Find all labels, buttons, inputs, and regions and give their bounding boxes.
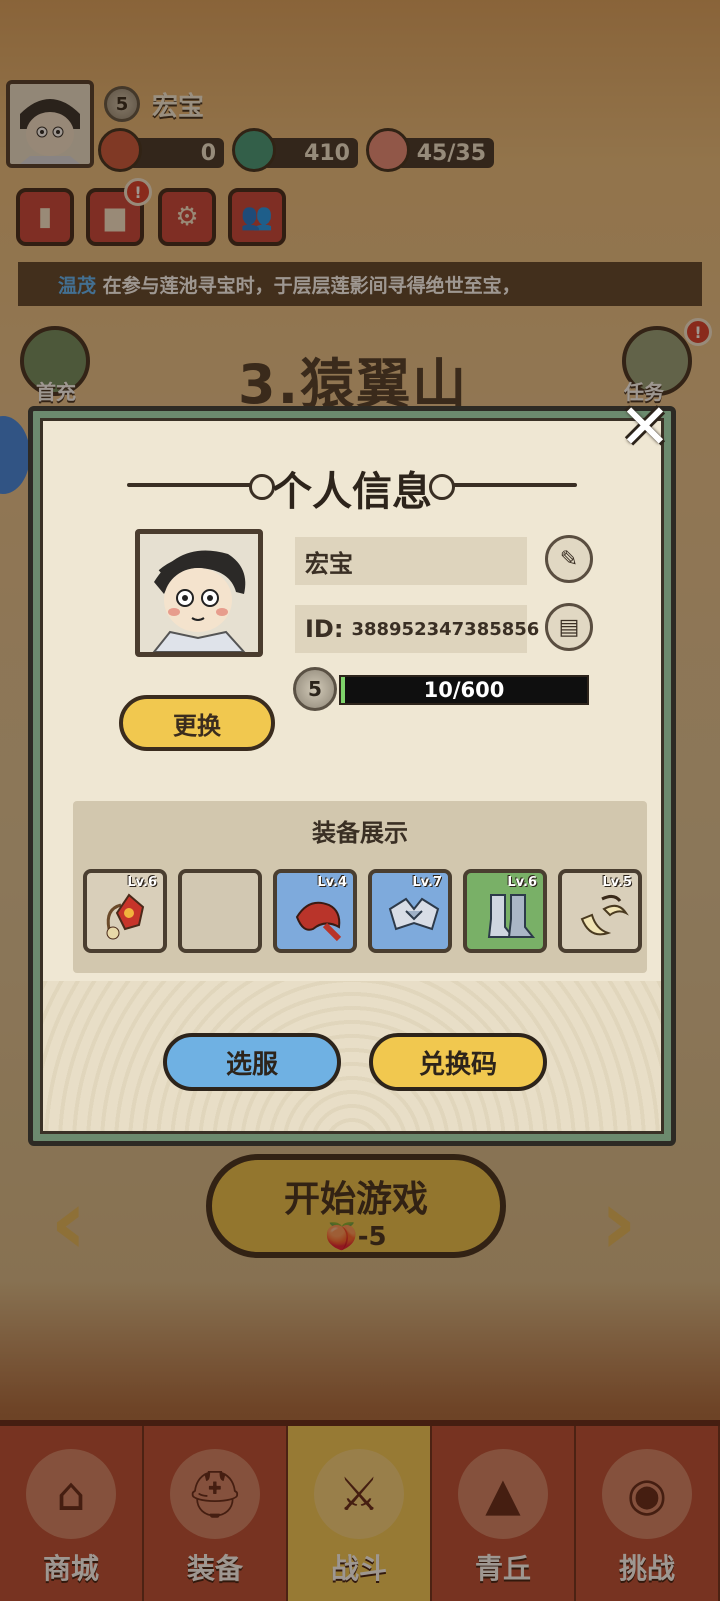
modal-title: 个人信息	[272, 469, 432, 515]
equipment-level: Lv.6	[507, 875, 537, 890]
xp-progress-text: 10/600	[423, 678, 505, 702]
copy-id-button[interactable]: ▤	[545, 603, 593, 651]
horn-ornament-icon	[580, 894, 629, 936]
player-id-value: 388952347385856	[351, 618, 540, 640]
close-icon[interactable]: ✕	[617, 396, 673, 458]
equipment-level: Lv.7	[412, 875, 442, 890]
select-server-button[interactable]: 选服	[163, 1033, 341, 1091]
equipment-level: Lv.6	[127, 875, 157, 890]
xp-progress-bar: 10/600	[339, 675, 589, 705]
profile-portrait	[135, 529, 263, 657]
portrait-face-icon	[152, 550, 246, 652]
equipment-slot[interactable]: Lv.6	[83, 869, 167, 953]
equipment-slot[interactable]: Lv.4	[273, 869, 357, 953]
equipment-slot[interactable]: Lv.7	[368, 869, 452, 953]
wave-pattern	[43, 981, 661, 1131]
equipment-slot[interactable]: Lv.6	[463, 869, 547, 953]
brush-icon: ✎	[559, 546, 579, 572]
equipment-slots: Lv.6 Lv.4 Lv.7 Lv.6 Lv.5	[83, 869, 642, 953]
equipment-level: Lv.5	[602, 875, 632, 890]
rename-button[interactable]: ✎	[545, 535, 593, 583]
equipment-slot[interactable]: Lv.5	[558, 869, 642, 953]
red-flower-necklace-icon	[106, 893, 145, 940]
red-scarf-icon	[295, 901, 342, 942]
change-avatar-button[interactable]: 更换	[119, 695, 275, 751]
level-badge: 5	[293, 667, 337, 711]
player-name-value: 宏宝	[305, 549, 353, 578]
redeem-code-button[interactable]: 兑换码	[369, 1033, 547, 1091]
player-id-label: ID:	[305, 615, 344, 643]
player-id-field: ID: 388952347385856	[295, 605, 539, 653]
copy-icon: ▤	[558, 614, 580, 640]
equipment-slot-empty[interactable]	[178, 869, 262, 953]
profile-modal-body: 个人信息 更换 宏宝 ✎ ID: 388952347385856 ▤ 5 10/6…	[40, 418, 664, 1134]
armor-shoulder-icon	[388, 897, 440, 931]
equipment-panel-title: 装备展示	[312, 819, 408, 847]
equipment-panel: 装备展示 Lv.6 Lv.4 Lv.7 Lv.6 Lv.5	[73, 801, 647, 973]
armor-boots-icon	[487, 894, 536, 938]
profile-modal: ✕ 个人信息 更换 宏宝 ✎ ID: 388952347385856 ▤ 5 1…	[28, 396, 676, 1146]
equipment-level: Lv.4	[317, 875, 347, 890]
player-name-field: 宏宝	[295, 537, 527, 585]
